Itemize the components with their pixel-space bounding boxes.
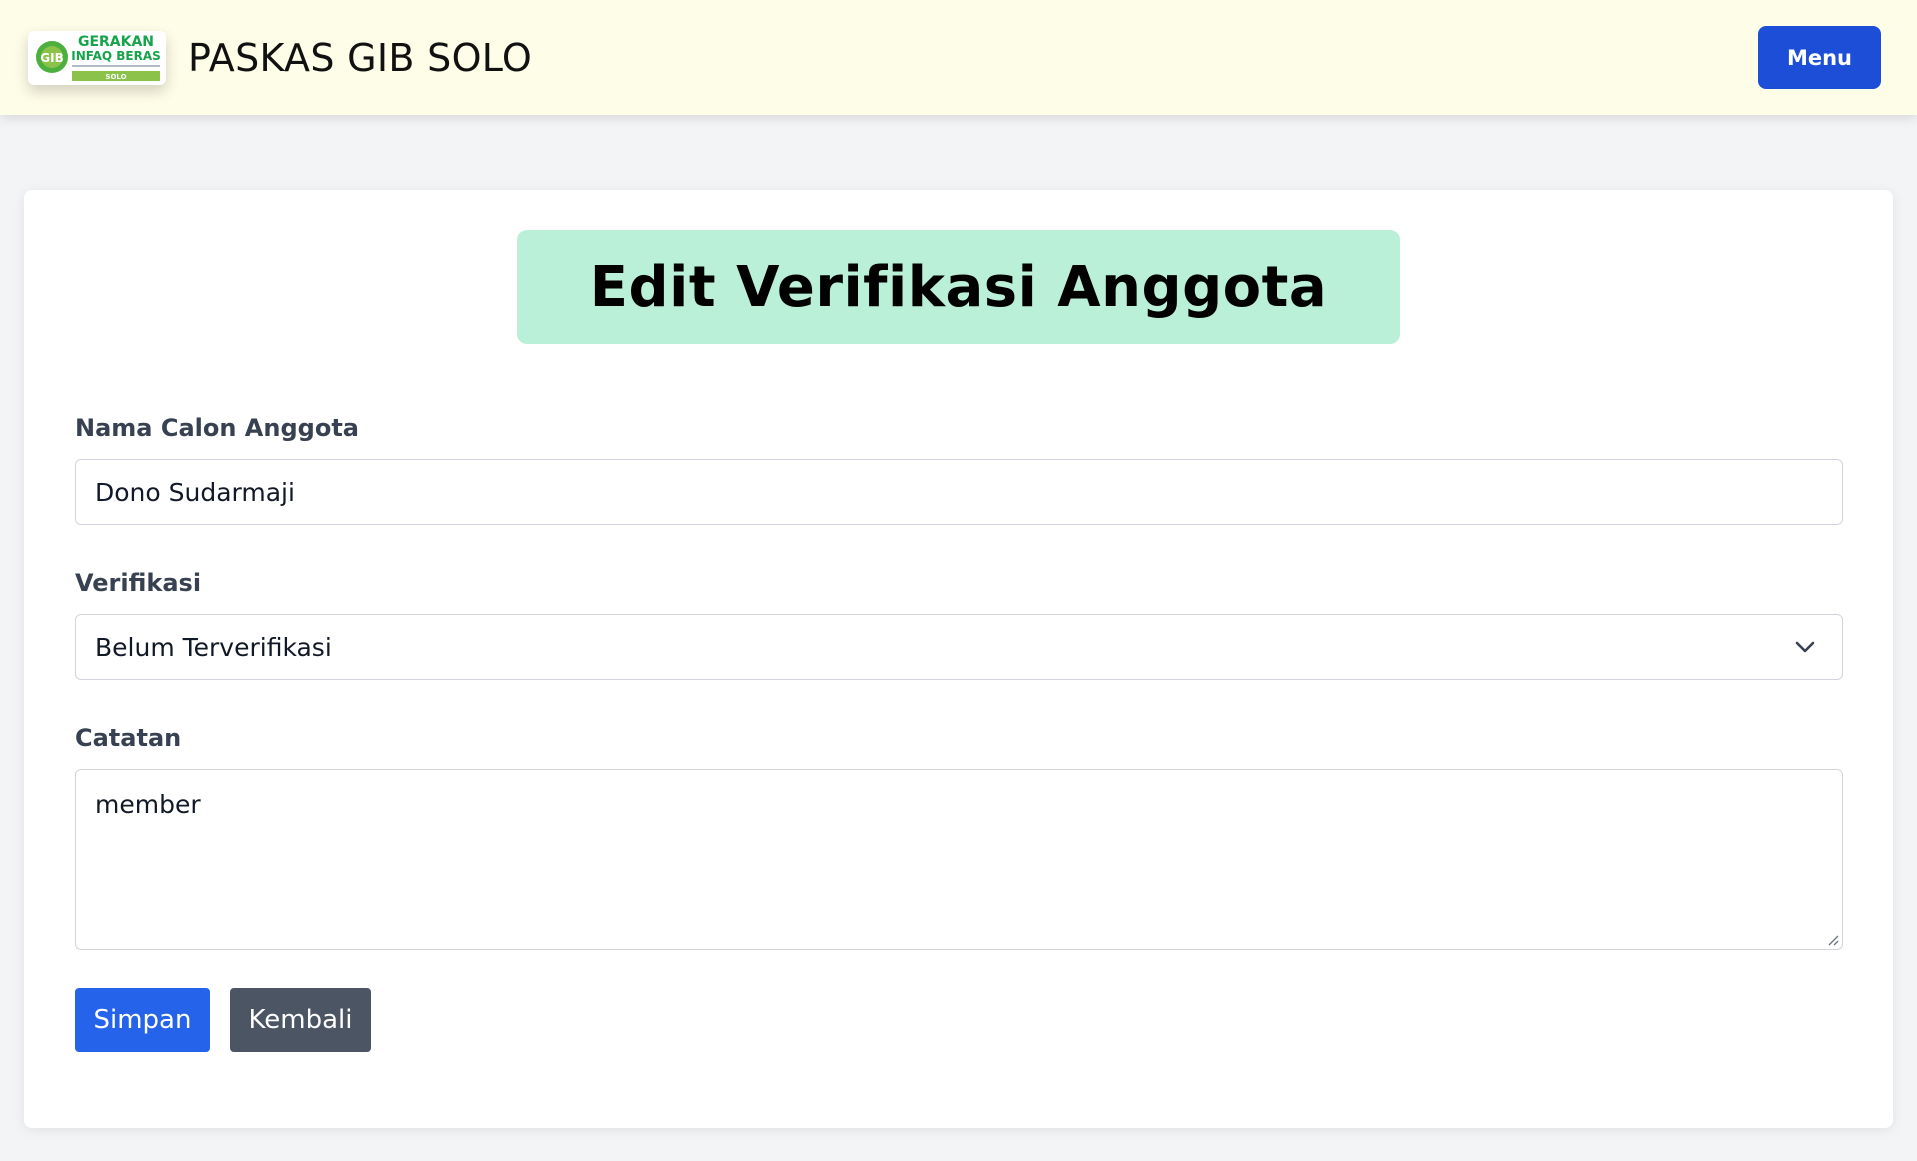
name-label: Nama Calon Anggota [75, 414, 359, 442]
logo-emblem-text: GIB [40, 51, 63, 65]
notes-label: Catatan [75, 724, 182, 752]
logo-line1: GERAKAN [78, 34, 154, 50]
verification-label: Verifikasi [75, 569, 202, 597]
name-input[interactable]: Dono Sudarmaji [75, 459, 1843, 525]
gib-logo[interactable]: GIB GERAKAN INFAQ BERAS SOLO [28, 30, 166, 85]
verification-select[interactable]: Belum Terverifikasi [75, 614, 1843, 680]
notes-value: member [95, 790, 201, 819]
name-input-value: Dono Sudarmaji [95, 477, 295, 507]
verification-selected-value: Belum Terverifikasi [95, 632, 332, 662]
menu-button[interactable]: Menu [1758, 26, 1881, 89]
back-button[interactable]: Kembali [230, 988, 371, 1052]
resize-handle-icon[interactable] [1827, 934, 1839, 946]
page-bottom-background [0, 1143, 1917, 1161]
notes-textarea[interactable]: member [75, 769, 1843, 950]
logo-line2: INFAQ BERAS [71, 49, 161, 63]
save-button[interactable]: Simpan [75, 988, 210, 1052]
page-title-banner: Edit Verifikasi Anggota [517, 230, 1400, 344]
brand-title: PASKAS GIB SOLO [188, 35, 533, 80]
logo-city: SOLO [105, 73, 126, 81]
logo-graphic: GIB GERAKAN INFAQ BERAS SOLO [36, 34, 161, 81]
page-title: Edit Verifikasi Anggota [589, 254, 1328, 320]
chevron-down-icon [1795, 641, 1815, 653]
edit-form-card: Edit Verifikasi Anggota Nama Calon Anggo… [24, 190, 1893, 1128]
top-navbar: GIB GERAKAN INFAQ BERAS SOLO PASKAS GIB … [0, 0, 1917, 115]
